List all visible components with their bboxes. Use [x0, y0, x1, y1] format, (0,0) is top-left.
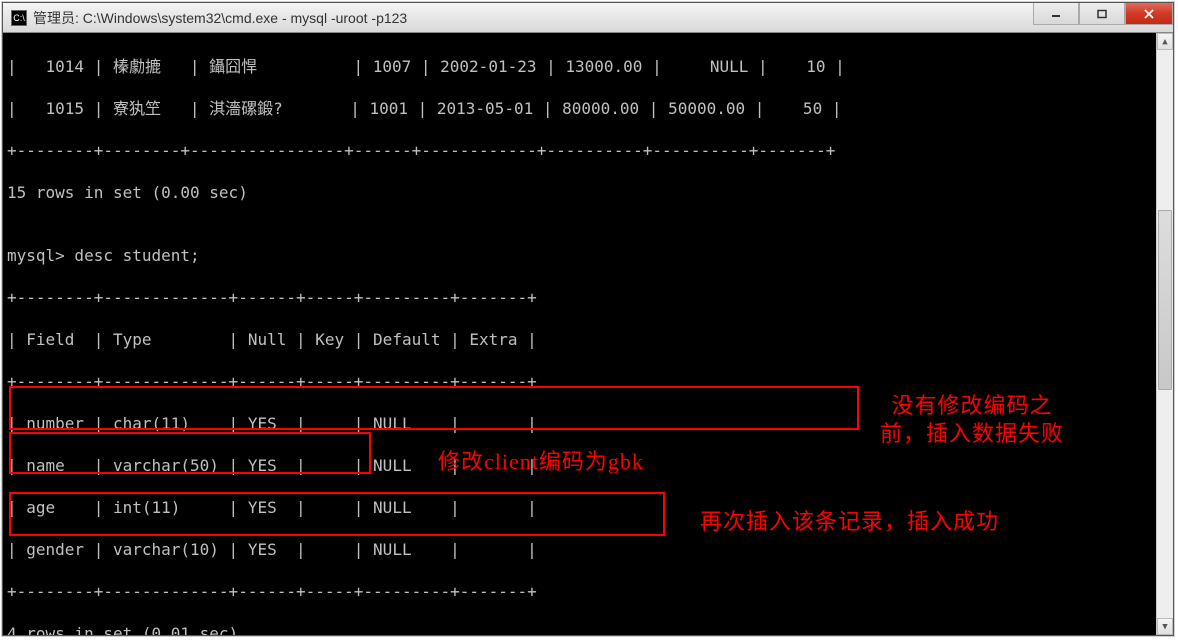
console-output[interactable]: | 1014 | 榛勮摝 | 鑷囧悍 | 1007 | 2002-01-23 |…	[3, 33, 1173, 635]
vertical-scrollbar[interactable]: ▲ ▼	[1156, 33, 1173, 635]
console-line: | 1014 | 榛勮摝 | 鑷囧悍 | 1007 | 2002-01-23 |…	[7, 56, 1169, 77]
console-line: | gender | varchar(10) | YES | | NULL | …	[7, 539, 1169, 560]
window-title: 管理员: C:\Windows\system32\cmd.exe - mysql…	[33, 8, 407, 28]
console-line: | Field | Type | Null | Key | Default | …	[7, 329, 1169, 350]
scroll-track[interactable]	[1157, 50, 1173, 618]
cmd-icon: C:\	[11, 10, 27, 26]
console-line: mysql> desc student;	[7, 245, 1169, 266]
console-line: +--------+-------------+------+-----+---…	[7, 581, 1169, 602]
window-controls	[1033, 3, 1173, 25]
scroll-thumb[interactable]	[1158, 210, 1172, 390]
scroll-up-button[interactable]: ▲	[1157, 33, 1173, 50]
annotation-3: 再次插入该条记录，插入成功	[700, 508, 999, 536]
minimize-button[interactable]	[1033, 3, 1079, 25]
console-line: +--------+--------+----------------+----…	[7, 140, 1169, 161]
annotation-2: 修改client编码为gbk	[438, 448, 644, 476]
console-line: +--------+-------------+------+-----+---…	[7, 371, 1169, 392]
console-line: | 1015 | 寮犱笁 | 淇濇磥鍛? | 1001 | 2013-05-01…	[7, 98, 1169, 119]
maximize-button[interactable]	[1079, 3, 1125, 25]
scroll-down-button[interactable]: ▼	[1157, 618, 1173, 635]
cmd-window: C:\ 管理员: C:\Windows\system32\cmd.exe - m…	[2, 2, 1174, 636]
console-line: 15 rows in set (0.00 sec)	[7, 182, 1169, 203]
console-line: 4 rows in set (0.01 sec)	[7, 623, 1169, 635]
console-line: +--------+-------------+------+-----+---…	[7, 287, 1169, 308]
titlebar[interactable]: C:\ 管理员: C:\Windows\system32\cmd.exe - m…	[3, 3, 1173, 33]
annotation-1: 没有修改编码之 前，插入数据失败	[880, 392, 1064, 448]
close-button[interactable]	[1125, 3, 1173, 25]
